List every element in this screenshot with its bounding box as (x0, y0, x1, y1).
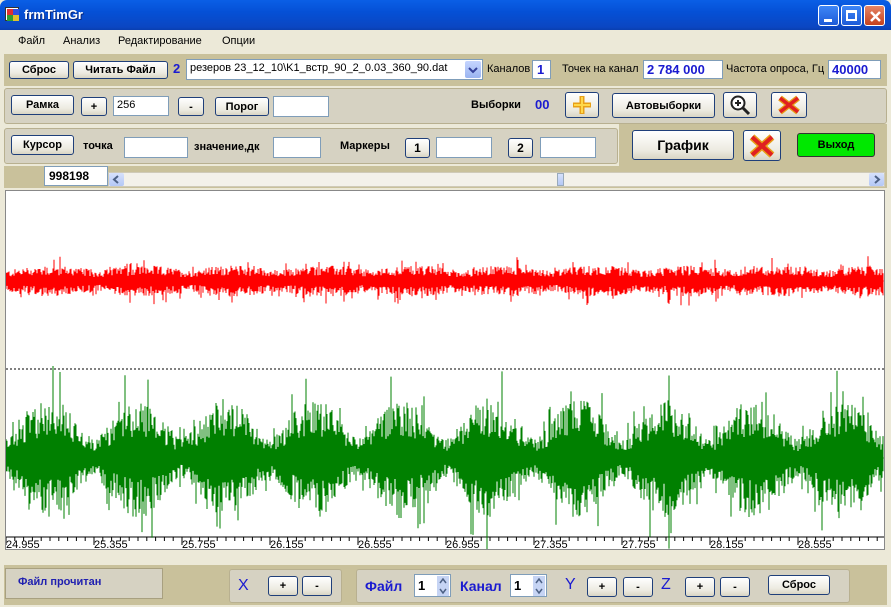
frame-plus-button[interactable]: + (81, 97, 107, 116)
scroll-thumb[interactable] (557, 173, 564, 186)
file-label: Файл (365, 578, 403, 594)
minimize-button[interactable] (818, 5, 839, 26)
points-value: 2 784 000 (643, 60, 723, 79)
menu-bar: Файл Анализ Редактирование Опции (4, 30, 887, 52)
chevron-down-icon[interactable] (465, 61, 481, 78)
y-minus-button[interactable]: - (623, 577, 653, 597)
point-input[interactable] (124, 137, 188, 158)
exit-button[interactable]: Выход (797, 133, 875, 157)
close-button[interactable] (864, 5, 885, 26)
x-tick-label: 25.755 (182, 539, 216, 551)
z-plus-button[interactable]: + (685, 577, 715, 597)
channel-spinner[interactable]: 1 (510, 574, 547, 597)
red-x-icon (749, 133, 775, 158)
close-icon (870, 11, 881, 22)
threshold-button[interactable]: Порог (215, 97, 269, 116)
marker2-input[interactable] (540, 137, 596, 158)
scroll-left-icon[interactable] (109, 173, 124, 186)
spinner-up-icon[interactable] (533, 576, 545, 586)
markers-label: Маркеры (340, 140, 390, 152)
z-axis-label: Z (661, 576, 671, 593)
x-tick-label: 26.155 (270, 539, 304, 551)
x-plus-button[interactable]: + (268, 576, 298, 596)
channel-label: Канал (460, 578, 502, 594)
frame-minus-button[interactable]: - (178, 97, 204, 116)
frame-button[interactable]: Рамка (11, 95, 74, 115)
cursor-button[interactable]: Курсор (11, 135, 74, 155)
x-tick-label: 26.555 (358, 539, 392, 551)
status-text: Файл прочитан (18, 576, 102, 588)
waveform-canvas (5, 256, 884, 553)
value-input[interactable] (273, 137, 321, 158)
points-label: Точек на канал (562, 63, 639, 75)
marker1-button[interactable]: 1 (405, 138, 430, 158)
file-count: 2 (173, 61, 181, 76)
y-axis-label: Y (565, 576, 576, 593)
menu-options[interactable]: Опции (222, 35, 255, 47)
reset-button[interactable]: Сброс (9, 61, 69, 79)
channels-label: Каналов (487, 63, 531, 75)
point-label: точка (83, 140, 113, 152)
x-axis-ticks (5, 537, 878, 545)
x-minus-button[interactable]: - (302, 576, 332, 596)
sample-rate-label: Частота опроса, Гц (726, 63, 825, 75)
app-icon (5, 7, 19, 21)
magnifier-plus-icon (730, 95, 751, 116)
scroll-right-icon[interactable] (869, 173, 884, 186)
menu-edit[interactable]: Редактирование (118, 35, 202, 47)
read-file-button[interactable]: Читать Файл (73, 61, 168, 79)
y-plus-button[interactable]: + (587, 577, 617, 597)
waveform-channel-2 (5, 366, 884, 553)
delete-samples-button[interactable] (771, 92, 807, 118)
x-axis-label: X (238, 577, 249, 594)
menu-analysis[interactable]: Анализ (63, 35, 100, 47)
status-box: Файл прочитан (5, 568, 163, 599)
scale-reset-button[interactable]: Сброс (768, 575, 830, 595)
x-tick-label: 27.755 (622, 539, 656, 551)
file-spinner-value: 1 (418, 578, 426, 593)
window-title: frmTimGr (24, 7, 83, 22)
x-tick-label: 25.355 (94, 539, 128, 551)
spinner-up-icon[interactable] (437, 576, 449, 586)
waveform-channel-1 (5, 256, 884, 306)
maximize-button[interactable] (841, 5, 862, 26)
marker2-button[interactable]: 2 (508, 138, 533, 158)
maximize-icon (846, 10, 857, 21)
graph-button[interactable]: График (632, 130, 734, 160)
threshold-input[interactable] (273, 96, 329, 117)
channel-spinner-value: 1 (514, 578, 522, 593)
samples-count: 00 (535, 97, 550, 112)
x-tick-label: 27.355 (534, 539, 568, 551)
file-select-value: резеров 23_12_10\K1_встр_90_2_0.03_360_9… (190, 62, 448, 74)
x-tick-label: 28.555 (798, 539, 832, 551)
value-label: значение,дк (194, 141, 260, 153)
scroll-position-value: 998198 (44, 166, 108, 186)
title-bar: frmTimGr (0, 0, 891, 30)
file-spinner[interactable]: 1 (414, 574, 451, 597)
add-sample-button[interactable] (565, 92, 599, 118)
zoom-button[interactable] (723, 92, 757, 118)
frame-size-input[interactable]: 256 (113, 96, 169, 116)
marker1-input[interactable] (436, 137, 492, 158)
x-tick-label: 26.955 (446, 539, 480, 551)
plus-cross-icon (573, 96, 591, 114)
minimize-icon (824, 19, 832, 22)
waveform-plot[interactable]: 24.955 25.355 25.755 26.155 26.555 26.95… (5, 190, 885, 553)
auto-samples-button[interactable]: Автовыборки (612, 93, 715, 118)
x-tick-label: 24.955 (6, 539, 40, 551)
spinner-down-icon[interactable] (437, 586, 449, 596)
file-select[interactable]: резеров 23_12_10\K1_встр_90_2_0.03_360_9… (186, 59, 483, 80)
red-x-icon (778, 95, 800, 115)
spinner-down-icon[interactable] (533, 586, 545, 596)
sample-rate-value: 40000 (828, 60, 881, 79)
clear-graph-button[interactable] (743, 130, 781, 161)
samples-label: Выборки (471, 99, 521, 111)
horizontal-scrollbar[interactable] (108, 172, 885, 187)
z-minus-button[interactable]: - (720, 577, 750, 597)
menu-file[interactable]: Файл (18, 35, 45, 47)
channels-value: 1 (532, 60, 551, 79)
x-tick-label: 28.155 (710, 539, 744, 551)
